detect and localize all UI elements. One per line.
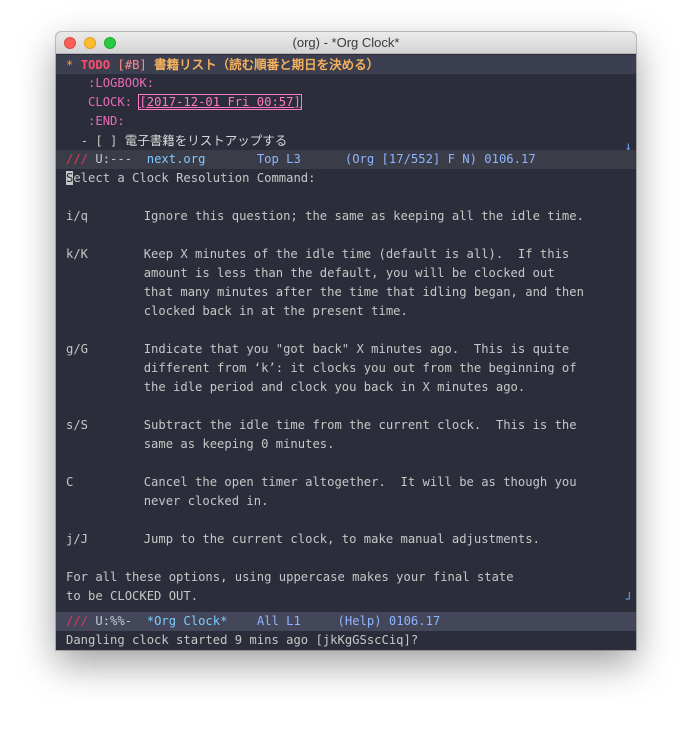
mode-line-version: 0106.17 bbox=[388, 614, 441, 628]
footer-text: to be CLOCKED OUT. bbox=[66, 589, 199, 603]
buffer-position: All L1 bbox=[256, 614, 301, 628]
mode-line-marker: /// bbox=[66, 152, 89, 166]
option-desc-line: different from ‘k’: it clocks you out fr… bbox=[56, 359, 636, 378]
option-s-S: s/S Subtract the idle time from the curr… bbox=[56, 416, 636, 435]
heading-title: 書籍リスト（読む順番と期日を決める） bbox=[154, 57, 380, 72]
clock-label: CLOCK: bbox=[88, 95, 133, 109]
minibuffer-prompt: Dangling clock started 9 mins ago [jkKgG… bbox=[66, 633, 419, 647]
option-desc-line: never clocked in. bbox=[56, 492, 636, 511]
option-C: C Cancel the open timer altogether. It w… bbox=[56, 473, 636, 492]
priority-cookie[interactable]: [#B] bbox=[117, 58, 146, 72]
option-g-G: g/G Indicate that you "got back" X minut… bbox=[56, 340, 636, 359]
buffer-name[interactable]: *Org Clock* bbox=[147, 614, 228, 628]
option-key: k/K bbox=[66, 247, 89, 261]
option-desc-line: that many minutes after the time that id… bbox=[56, 283, 636, 302]
option-desc-line: amount is less than the default, you wil… bbox=[56, 264, 636, 283]
option-key: C bbox=[66, 475, 74, 489]
option-desc: same as keeping 0 minutes. bbox=[143, 437, 335, 451]
major-mode[interactable]: (Org [17/552] F N) bbox=[345, 152, 477, 166]
logbook-drawer-start[interactable]: :LOGBOOK: bbox=[88, 76, 154, 90]
option-desc: different from ‘k’: it clocks you out fr… bbox=[143, 361, 577, 375]
option-desc: Ignore this question; the same as keepin… bbox=[143, 209, 584, 223]
option-k-K: k/K Keep X minutes of the idle time (def… bbox=[56, 245, 636, 264]
option-key: g/G bbox=[66, 342, 89, 356]
buffer-name[interactable]: next.org bbox=[147, 152, 206, 166]
clock-line[interactable]: CLOCK: [2017-12-01 Fri 00:57] bbox=[56, 93, 636, 112]
title-bar: (org) - *Org Clock* bbox=[56, 32, 636, 54]
minibuffer[interactable]: Dangling clock started 9 mins ago [jkKgG… bbox=[56, 631, 636, 650]
buffer-position: Top L3 bbox=[256, 152, 301, 166]
footer-text: For all these options, using uppercase m… bbox=[66, 570, 514, 584]
logbook-end-line[interactable]: :END: bbox=[56, 112, 636, 131]
mode-line-top[interactable]: /// U:--- next.org Top L3 (Org [17/552] … bbox=[56, 150, 636, 169]
mode-line-version: 0106.17 bbox=[484, 152, 536, 166]
todo-keyword[interactable]: TODO bbox=[81, 58, 110, 72]
mode-line-bottom[interactable]: /// U:%%- *Org Clock* All L1 (Help) 0106… bbox=[56, 612, 636, 631]
option-desc: amount is less than the default, you wil… bbox=[143, 266, 555, 280]
option-desc: Indicate that you "got back" X minutes a… bbox=[143, 342, 570, 356]
checkbox-item-text: 電子書籍をリストアップする bbox=[124, 133, 288, 148]
buffer-state: U:%%- bbox=[95, 614, 133, 628]
mode-line-marker: /// bbox=[66, 614, 89, 628]
footer-note: to be CLOCKED OUT. bbox=[56, 587, 636, 606]
option-desc-line: same as keeping 0 minutes. bbox=[56, 435, 636, 454]
clock-timestamp[interactable]: [2017-12-01 Fri 00:57] bbox=[138, 94, 302, 110]
option-desc: Subtract the idle time from the current … bbox=[143, 418, 577, 432]
option-j-J: j/J Jump to the current clock, to make m… bbox=[56, 530, 636, 549]
window-title: (org) - *Org Clock* bbox=[292, 35, 400, 50]
org-heading[interactable]: * TODO [#B] 書籍リスト（読む順番と期日を決める） bbox=[56, 55, 636, 74]
option-key: j/J bbox=[66, 532, 89, 546]
option-desc: Cancel the open timer altogether. It wil… bbox=[143, 475, 577, 489]
option-desc: Jump to the current clock, to make manua… bbox=[143, 532, 540, 546]
line-wrap-icon: ┘ bbox=[625, 592, 633, 606]
option-desc: clocked back in at the present time. bbox=[143, 304, 408, 318]
logbook-drawer-end: :END: bbox=[88, 114, 125, 128]
option-desc-line: clocked back in at the present time. bbox=[56, 302, 636, 321]
resolution-intro-text: elect a Clock Resolution Command: bbox=[73, 171, 316, 185]
checkbox[interactable]: - [ ] bbox=[81, 134, 118, 148]
footer-note: For all these options, using uppercase m… bbox=[56, 568, 636, 587]
major-mode[interactable]: (Help) bbox=[338, 614, 382, 628]
option-key: i/q bbox=[66, 209, 89, 223]
option-desc: never clocked in. bbox=[143, 494, 269, 508]
option-desc: Keep X minutes of the idle time (default… bbox=[143, 247, 570, 261]
logbook-start-line[interactable]: :LOGBOOK: bbox=[56, 74, 636, 93]
option-desc-line: the idle period and clock you back in X … bbox=[56, 378, 636, 397]
resolution-intro: Select a Clock Resolution Command: bbox=[56, 169, 636, 188]
option-i-q: i/q Ignore this question; the same as ke… bbox=[56, 207, 636, 226]
option-desc: that many minutes after the time that id… bbox=[143, 285, 584, 299]
emacs-window: (org) - *Org Clock* * TODO [#B] 書籍リスト（読む… bbox=[56, 32, 636, 650]
checkbox-item[interactable]: - [ ] 電子書籍をリストアップする bbox=[56, 131, 636, 150]
option-key: s/S bbox=[66, 418, 89, 432]
buffer-state: U:--- bbox=[95, 152, 133, 166]
heading-stars: * bbox=[66, 58, 74, 72]
option-desc: the idle period and clock you back in X … bbox=[143, 380, 526, 394]
